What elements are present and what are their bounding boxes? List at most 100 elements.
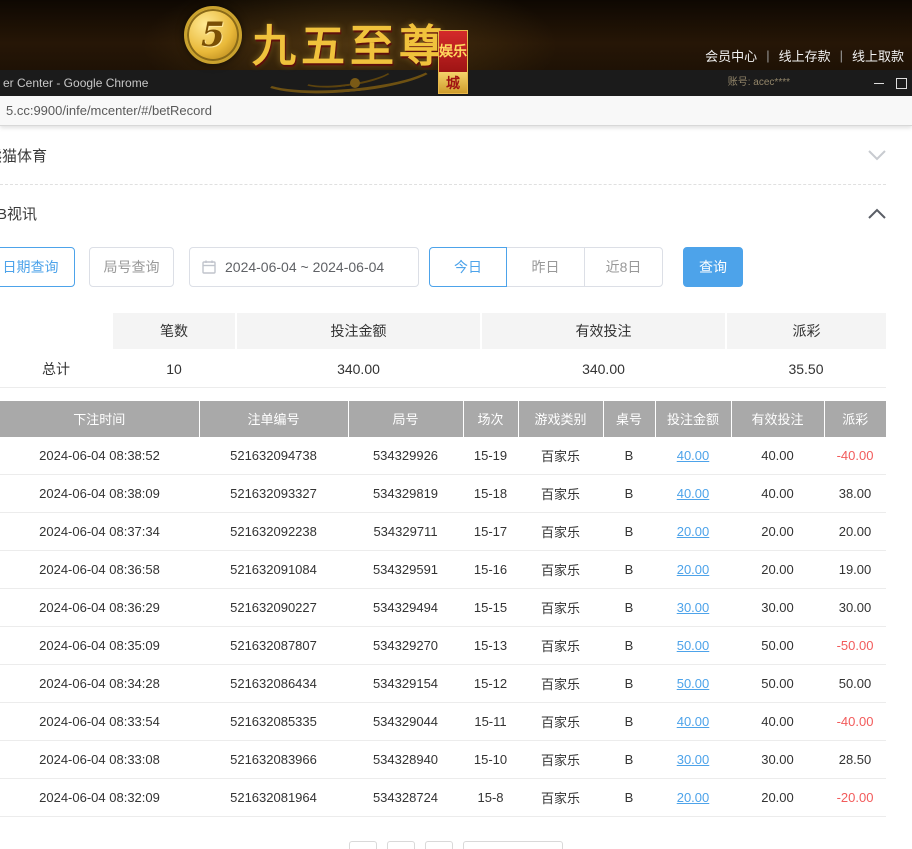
table-cell: 2024-06-04 08:38:52 [0,436,199,475]
table-cell: 521632086434 [199,664,348,703]
table-cell: 20.00 [731,550,824,589]
nav-member-center-link[interactable]: 会员中心 [705,46,757,65]
table-cell: 40.00 [731,474,824,513]
table-cell: 521632087807 [199,626,348,665]
table-cell: 20.00 [655,512,731,551]
table-cell: 2024-06-04 08:35:09 [0,626,199,665]
page-size-value: 10条/页 [472,846,516,849]
search-button[interactable]: 查询 [683,247,743,287]
bet-amount-link[interactable]: 30.00 [677,752,710,767]
summary-count-value: 10 [112,350,236,388]
col-order-number: 注单编号 [199,400,349,437]
col-game-type: 游戏类别 [518,400,604,437]
nav-withdraw-link[interactable]: 线上取款 [852,46,904,65]
table-row: 2024-06-04 08:34:28 521632086434 534329154… [0,664,886,703]
table-cell: 521632093327 [199,474,348,513]
table-cell: B [603,474,655,513]
summary-header-payout: 派彩 [726,313,886,351]
table-cell: 百家乐 [518,740,603,779]
table-row: 2024-06-04 08:32:09 521632081964 534328724… [0,778,886,817]
round-query-button[interactable]: 局号查询 [89,247,174,287]
page-size-select[interactable]: 10条/页 [463,841,563,849]
table-cell: 15-10 [463,740,518,779]
table-cell: 50.00 [824,664,886,703]
bet-amount-link[interactable]: 40.00 [677,448,710,463]
table-cell: 15-18 [463,474,518,513]
table-cell: B [603,778,655,817]
table-cell: 百家乐 [518,588,603,627]
url-text: 5.cc:9900/infe/mcenter/#/betRecord [6,103,212,118]
date-range-picker[interactable]: 2024-06-04 ~ 2024-06-04 [189,247,419,287]
table-cell: 521632094738 [199,436,348,475]
last-8-days-button[interactable]: 近8日 [584,247,663,287]
col-valid-bet: 有效投注 [731,400,825,437]
brand-badge: 娱乐 城 [438,30,468,94]
table-cell: 2024-06-04 08:33:08 [0,740,199,779]
table-cell: 534329494 [348,588,463,627]
logo-dot-decoration [350,78,360,88]
table-cell: -50.00 [824,626,886,665]
table-cell: 534329270 [348,626,463,665]
chevron-up-icon[interactable] [868,208,886,219]
summary-table: 笔数 投注金额 有效投注 派彩 总计 10 340.00 340.00 35.5… [0,313,886,388]
table-row: 2024-06-04 08:38:09 521632093327 534329819… [0,474,886,513]
summary-total-label: 总计 [0,350,112,388]
table-cell: 521632092238 [199,512,348,551]
bet-amount-link[interactable]: 20.00 [677,790,710,805]
quick-range-group: 今日 昨日 近8日 [429,247,663,287]
date-query-button[interactable]: 日期查询 [0,247,75,287]
browser-url-bar[interactable]: 5.cc:9900/infe/mcenter/#/betRecord [0,96,912,126]
table-cell: 2024-06-04 08:38:09 [0,474,199,513]
pagination-next-button[interactable]: › [425,841,453,849]
bet-amount-link[interactable]: 20.00 [677,524,710,539]
today-button[interactable]: 今日 [429,247,507,287]
bet-amount-link[interactable]: 20.00 [677,562,710,577]
yesterday-button[interactable]: 昨日 [506,247,585,287]
table-cell: 19.00 [824,550,886,589]
nav-separator: | [839,48,843,63]
table-cell: 30.00 [655,740,731,779]
table-cell: 2024-06-04 08:36:29 [0,588,199,627]
table-cell: 15-13 [463,626,518,665]
table-cell: 30.00 [731,588,824,627]
bet-amount-link[interactable]: 50.00 [677,676,710,691]
table-cell: 15-19 [463,436,518,475]
bet-amount-link[interactable]: 30.00 [677,600,710,615]
table-cell: 15-16 [463,550,518,589]
table-cell: B [603,588,655,627]
table-cell: 15-17 [463,512,518,551]
window-minimize-icon[interactable] [868,70,890,96]
records-header-row: 下注时间 注单编号 局号 场次 游戏类别 桌号 投注金额 有效投注 派彩 [0,400,886,437]
table-cell: 2024-06-04 08:36:58 [0,550,199,589]
table-cell: 百家乐 [518,626,603,665]
table-cell: B [603,512,655,551]
col-session: 场次 [463,400,519,437]
table-cell: 534328940 [348,740,463,779]
bet-amount-link[interactable]: 40.00 [677,714,710,729]
summary-header-blank [0,313,113,351]
bet-amount-link[interactable]: 50.00 [677,638,710,653]
bet-amount-link[interactable]: 40.00 [677,486,710,501]
summary-header-bet-amount: 投注金额 [236,313,482,351]
chevron-down-icon[interactable] [868,149,886,161]
nav-deposit-link[interactable]: 线上存款 [779,46,831,65]
table-cell: B [603,436,655,475]
table-row: 2024-06-04 08:37:34 521632092238 534329711… [0,512,886,551]
window-maximize-icon[interactable] [890,70,912,96]
account-text: 账号: acec**** [727,77,790,88]
pagination-prev-button[interactable]: ‹ [349,841,377,849]
table-cell: 40.00 [731,702,824,741]
pagination-page-button[interactable]: 1 [387,841,415,849]
table-cell: 15-15 [463,588,518,627]
table-cell: 百家乐 [518,512,603,551]
table-cell: B [603,550,655,589]
table-cell: -40.00 [824,702,886,741]
header-nav: 会员中心 | 线上存款 | 线上取款 [705,46,904,65]
table-cell: 534329044 [348,702,463,741]
section-panda-sports[interactable]: 熊猫体育 [0,126,912,184]
table-row: 2024-06-04 08:38:52 521632094738 534329926… [0,436,886,475]
brand-badge-top: 娱乐 [438,30,468,72]
table-cell: 521632090227 [199,588,348,627]
section-bb-video[interactable]: BB视讯 [0,185,912,241]
table-cell: 534329926 [348,436,463,475]
